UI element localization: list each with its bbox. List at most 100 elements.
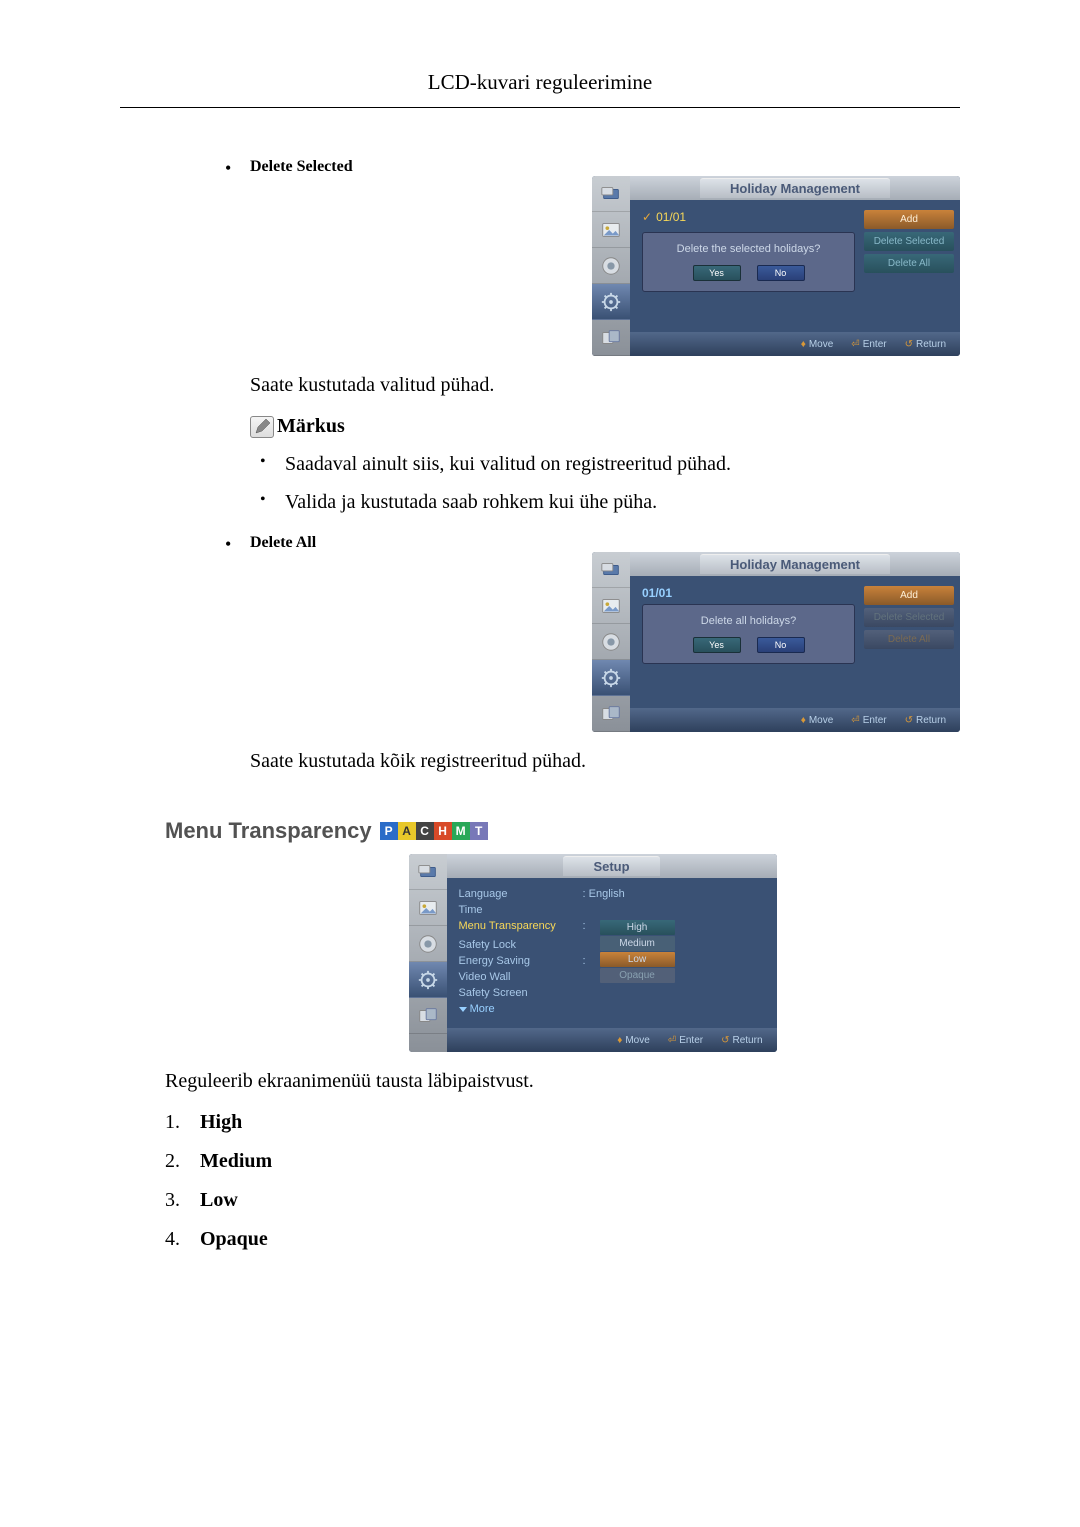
enter-icon: ⏎ xyxy=(851,715,859,726)
setup-value: English xyxy=(583,888,625,900)
footer-enter: ⏎Enter xyxy=(851,715,886,726)
list-item: Delete Selected xyxy=(215,158,960,514)
setup-label: Safety Screen xyxy=(459,987,569,999)
setup-label: Menu Transparency xyxy=(459,920,569,932)
nav-sound-icon[interactable] xyxy=(409,926,447,962)
setup-label: Safety Lock xyxy=(459,939,569,951)
osd-holiday-mgmt-2: Holiday Management 01/01 Delete all holi… xyxy=(592,552,960,732)
setup-row-time[interactable]: Time xyxy=(459,902,767,918)
dialog-buttons: Yes No xyxy=(651,637,846,653)
badge-c: C xyxy=(416,822,434,840)
enter-icon: ⏎ xyxy=(668,1035,676,1046)
setup-row-language[interactable]: LanguageEnglish xyxy=(459,886,767,902)
osd-sidebar xyxy=(592,552,630,732)
chevron-down-icon xyxy=(459,1007,467,1012)
enter-icon: ⏎ xyxy=(851,339,859,350)
note-line: Märkus xyxy=(250,415,960,438)
dialog-question: Delete the selected holidays? xyxy=(651,243,846,255)
delete-selected-button[interactable]: Delete Selected xyxy=(864,232,954,251)
setup-label: Energy Saving xyxy=(459,955,569,967)
osd-footer: ♦Move ⏎Enter ↺Return xyxy=(630,708,960,732)
nav-multi-icon[interactable] xyxy=(409,998,447,1034)
badge-h: H xyxy=(434,822,452,840)
nav-multi-icon[interactable] xyxy=(592,320,630,356)
delete-all-button[interactable]: Delete All xyxy=(864,254,954,273)
delete-all-button[interactable]: Delete All xyxy=(864,630,954,649)
heading-delete-selected: Delete Selected xyxy=(250,158,353,175)
setup-row-more[interactable]: More xyxy=(459,1001,767,1017)
nav-picture-icon[interactable] xyxy=(409,890,447,926)
footer-return: ↺Return xyxy=(905,339,946,350)
nav-setup-icon[interactable] xyxy=(592,284,630,320)
setup-label: Video Wall xyxy=(459,971,569,983)
osd-body: 01/01 Delete all holidays? Yes No xyxy=(630,576,960,708)
section-title-row: Menu Transparency P A C H M T xyxy=(165,818,488,844)
nav-sound-icon[interactable] xyxy=(592,624,630,660)
return-icon: ↺ xyxy=(905,339,913,350)
osd-top: Holiday Management 01/01 Delete all holi… xyxy=(592,552,960,732)
list-item: 4.Opaque xyxy=(165,1228,960,1251)
list-item: Delete All H xyxy=(215,534,960,773)
add-button[interactable]: Add xyxy=(864,586,954,605)
osd-footer: ♦Move ⏎Enter ↺Return xyxy=(447,1028,777,1052)
osd-footer: ♦Move ⏎Enter ↺Return xyxy=(630,332,960,356)
nav-multi-icon[interactable] xyxy=(592,696,630,732)
add-button[interactable]: Add xyxy=(864,210,954,229)
dialog-buttons: Yes No xyxy=(651,265,846,281)
updown-icon: ♦ xyxy=(617,1035,622,1046)
opt-low[interactable]: Low xyxy=(600,952,675,967)
nav-picture-icon[interactable] xyxy=(592,588,630,624)
note-list: Saadaval ainult siis, kui valitud on reg… xyxy=(250,453,960,514)
footer-enter: ⏎Enter xyxy=(851,339,886,350)
list-item: 3.Low xyxy=(165,1189,960,1212)
nav-input-icon[interactable] xyxy=(592,552,630,588)
nav-sound-icon[interactable] xyxy=(592,248,630,284)
opt-high[interactable]: High xyxy=(600,920,675,935)
holiday-date-row[interactable]: ✓01/01 xyxy=(642,210,856,224)
yes-button[interactable]: Yes xyxy=(693,265,741,281)
osd-title: Holiday Management xyxy=(700,178,890,198)
opt-medium[interactable]: Medium xyxy=(600,936,675,951)
section-menu-transparency: Menu Transparency P A C H M T xyxy=(165,793,960,1251)
page-title: LCD-kuvari reguleerimine xyxy=(120,70,960,108)
badge-m: M xyxy=(452,822,470,840)
osd-title: Setup xyxy=(563,856,659,876)
no-button[interactable]: No xyxy=(757,637,805,653)
holiday-date[interactable]: 01/01 xyxy=(642,586,856,600)
updown-icon: ♦ xyxy=(801,715,806,726)
footer-return: ↺Return xyxy=(721,1035,762,1046)
no-button[interactable]: No xyxy=(757,265,805,281)
note-item: Valida ja kustutada saab rohkem kui ühe … xyxy=(250,491,960,514)
osd-wrap: Setup LanguageEnglish Time Menu Transpar… xyxy=(165,854,960,1052)
osd-main: Setup LanguageEnglish Time Menu Transpar… xyxy=(447,854,777,1052)
note-item: Saadaval ainult siis, kui valitud on reg… xyxy=(250,453,960,476)
osd-actions: Add Delete Selected Delete All xyxy=(864,586,954,700)
footer-move: ♦Move xyxy=(801,715,834,726)
nav-input-icon[interactable] xyxy=(592,176,630,212)
nav-input-icon[interactable] xyxy=(409,854,447,890)
delete-selected-button[interactable]: Delete Selected xyxy=(864,608,954,627)
desc-text: Reguleerib ekraanimenüü tausta läbipaist… xyxy=(165,1070,960,1093)
yes-button[interactable]: Yes xyxy=(693,637,741,653)
return-icon: ↺ xyxy=(905,715,913,726)
pencil-icon xyxy=(250,416,274,438)
osd-wrap: Holiday Management 01/01 Delete all holi… xyxy=(250,552,960,732)
nav-picture-icon[interactable] xyxy=(592,212,630,248)
badge-row: P A C H M T xyxy=(380,822,488,840)
desc-text: Saate kustutada valitud pühad. xyxy=(250,374,960,397)
page: LCD-kuvari reguleerimine Delete Selected xyxy=(0,0,1080,1347)
osd-body: LanguageEnglish Time Menu Transparency :… xyxy=(447,878,777,1028)
badge-p: P xyxy=(380,822,398,840)
setup-row-safety-screen[interactable]: Safety Screen xyxy=(459,985,767,1001)
nav-setup-icon[interactable] xyxy=(592,660,630,696)
return-icon: ↺ xyxy=(721,1035,729,1046)
badge-t: T xyxy=(470,822,488,840)
heading-delete-all: Delete All xyxy=(250,534,316,551)
osd-wrap: Holiday Management ✓01/01 Delete the sel… xyxy=(250,176,960,356)
osd-body-left: ✓01/01 Delete the selected holidays? Yes… xyxy=(642,210,856,324)
nav-setup-icon[interactable] xyxy=(409,962,447,998)
opt-opaque[interactable]: Opaque xyxy=(600,968,675,983)
osd-title-bar: Setup xyxy=(447,854,777,878)
footer-move: ♦Move xyxy=(617,1035,650,1046)
osd-sidebar xyxy=(409,854,447,1052)
